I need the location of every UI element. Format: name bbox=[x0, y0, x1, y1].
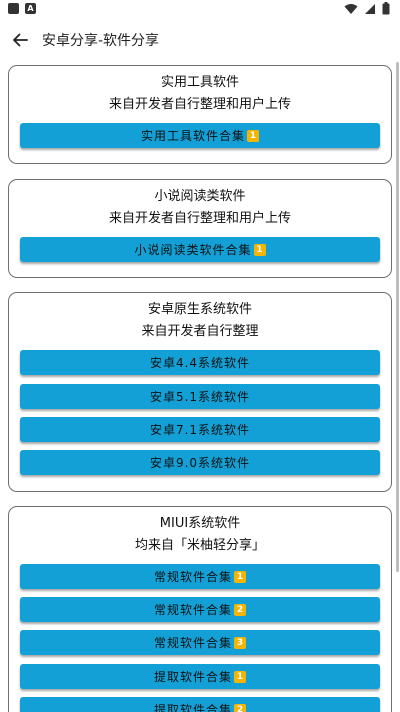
android-90-button[interactable]: 安卓9.0系统软件 bbox=[20, 450, 380, 475]
regular-collection-2-button[interactable]: 常规软件合集 2 bbox=[20, 597, 380, 622]
button-label: 安卓4.4系统软件 bbox=[149, 356, 251, 370]
number-badge: 1 bbox=[247, 129, 259, 142]
tools-collection-button[interactable]: 实用工具软件合集 1 bbox=[20, 123, 380, 148]
android-51-button[interactable]: 安卓5.1系统软件 bbox=[20, 384, 380, 409]
android-71-button[interactable]: 安卓7.1系统软件 bbox=[20, 417, 380, 442]
button-label: 安卓5.1系统软件 bbox=[149, 390, 251, 404]
arrow-left-icon bbox=[13, 33, 28, 47]
status-bar: A bbox=[0, 0, 400, 20]
extract-collection-2-button[interactable]: 提取软件合集 2 bbox=[20, 697, 380, 712]
app-notification-icon: A bbox=[25, 3, 36, 14]
notification-icon bbox=[8, 3, 19, 14]
card-subtitle: 来自开发者自行整理和用户上传 bbox=[108, 97, 291, 112]
button-label: 常规软件合集 bbox=[153, 570, 232, 584]
button-label: 实用工具软件合集 bbox=[140, 129, 245, 143]
regular-collection-3-button[interactable]: 常规软件合集 3 bbox=[20, 630, 380, 655]
number-badge: 1 bbox=[234, 670, 246, 683]
page-title: 安卓分享-软件分享 bbox=[42, 33, 160, 49]
extract-collection-1-button[interactable]: 提取软件合集 1 bbox=[20, 664, 380, 689]
number-badge: 2 bbox=[234, 703, 246, 712]
number-badge: 3 bbox=[234, 636, 246, 649]
status-right bbox=[344, 2, 390, 15]
scrollbar[interactable] bbox=[396, 62, 399, 572]
card-title: MIUI系统软件 bbox=[159, 516, 241, 531]
number-badge: 1 bbox=[253, 243, 266, 256]
signal-icon bbox=[365, 3, 375, 14]
card-subtitle: 来自开发者自行整理和用户上传 bbox=[108, 211, 291, 226]
button-label: 常规软件合集 bbox=[153, 636, 232, 650]
button-label: 安卓9.0系统软件 bbox=[149, 456, 251, 470]
status-left: A bbox=[8, 3, 36, 14]
android-44-button[interactable]: 安卓4.4系统软件 bbox=[20, 350, 380, 375]
miui-card: MIUI系统软件 均来自「米柚轻分享」 常规软件合集 1 常规软件合集 2 常规… bbox=[8, 506, 392, 712]
card-title: 安卓原生系统软件 bbox=[147, 302, 252, 317]
card-title: 小说阅读类软件 bbox=[154, 189, 246, 204]
regular-collection-1-button[interactable]: 常规软件合集 1 bbox=[20, 564, 380, 589]
button-label: 小说阅读类软件合集 bbox=[134, 243, 252, 257]
number-badge: 1 bbox=[234, 570, 246, 583]
reading-card: 小说阅读类软件 来自开发者自行整理和用户上传 小说阅读类软件合集 1 bbox=[8, 179, 392, 278]
number-badge: 2 bbox=[234, 603, 246, 616]
button-label: 常规软件合集 bbox=[153, 603, 232, 617]
button-label: 提取软件合集 bbox=[153, 703, 232, 712]
back-button[interactable] bbox=[8, 28, 32, 52]
card-subtitle: 来自开发者自行整理 bbox=[141, 324, 259, 339]
tools-card: 实用工具软件 来自开发者自行整理和用户上传 实用工具软件合集 1 bbox=[8, 65, 392, 164]
app-bar: 安卓分享-软件分享 bbox=[0, 20, 400, 60]
android-system-card: 安卓原生系统软件 来自开发者自行整理 安卓4.4系统软件 安卓5.1系统软件 安… bbox=[8, 292, 392, 492]
card-title: 实用工具软件 bbox=[160, 75, 239, 90]
battery-icon bbox=[382, 2, 390, 15]
wifi-icon bbox=[344, 3, 358, 14]
button-label: 安卓7.1系统软件 bbox=[149, 423, 251, 437]
button-label: 提取软件合集 bbox=[153, 670, 232, 684]
card-subtitle: 均来自「米柚轻分享」 bbox=[134, 538, 265, 553]
reading-collection-button[interactable]: 小说阅读类软件合集 1 bbox=[20, 237, 380, 262]
